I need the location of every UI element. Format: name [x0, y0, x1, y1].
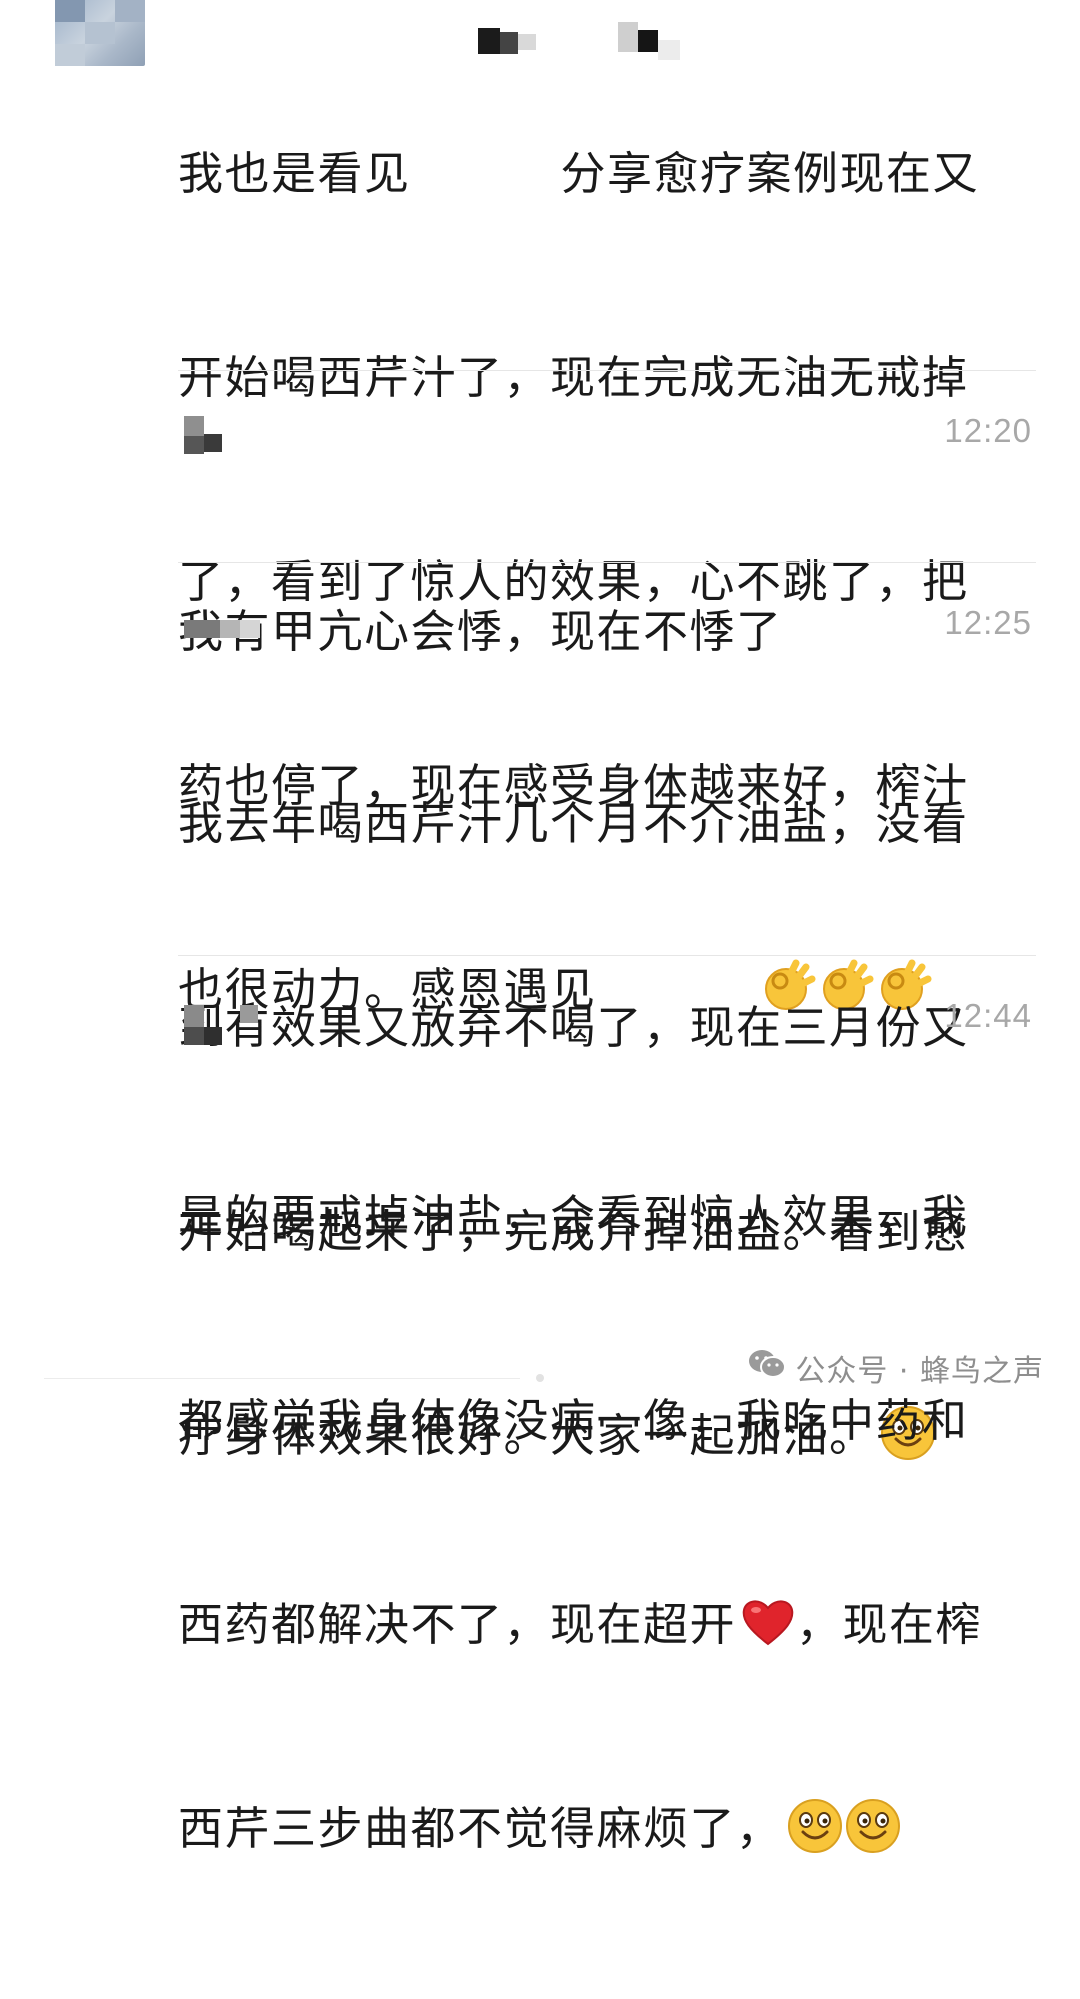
redacted-username[interactable]: [184, 620, 260, 638]
comment-text: 西药都解决不了，现在超开: [178, 1598, 737, 1651]
redacted-username[interactable]: [184, 1005, 260, 1045]
page-dot: [536, 1374, 544, 1382]
comment-timestamp: 12:20: [944, 412, 1032, 449]
wechat-icon: [747, 1347, 787, 1389]
comment-text: 西芹三步曲都不觉得麻烦了，: [178, 1802, 783, 1855]
comment-text: 我去年喝西芹汁几个月不介油盐，没看: [178, 797, 969, 850]
redacted-name: [618, 16, 698, 60]
comment-text: 我也是看见: [178, 147, 411, 200]
comment-text: 是的要戒掉油盐，会看到惊人效果，我: [178, 1190, 969, 1243]
comment-timestamp: 12:44: [944, 997, 1032, 1034]
heart-icon: [740, 1596, 796, 1648]
comment-timestamp: 12:25: [944, 604, 1032, 641]
divider: [178, 955, 1036, 956]
comment-text: 开始喝西芹汁了，现在完成无油无戒掉: [178, 351, 969, 404]
redacted-name: [478, 28, 538, 54]
brand-label: 公众号 · 蜂鸟之声: [795, 1354, 1044, 1389]
divider: [44, 1378, 520, 1379]
watermark: 公众号 · 蜂鸟之声: [747, 1346, 1044, 1390]
comment-text: 分享愈疗案例现在又: [560, 147, 980, 200]
smile-icon: [787, 1798, 901, 1854]
avatar[interactable]: [55, 0, 145, 66]
redacted-username[interactable]: [184, 416, 224, 454]
footer: 公众号 · 蜂鸟之声: [0, 1334, 1080, 1404]
divider: [178, 562, 1036, 563]
divider: [178, 370, 1036, 371]
comment-text: ，现在榨: [796, 1598, 983, 1651]
